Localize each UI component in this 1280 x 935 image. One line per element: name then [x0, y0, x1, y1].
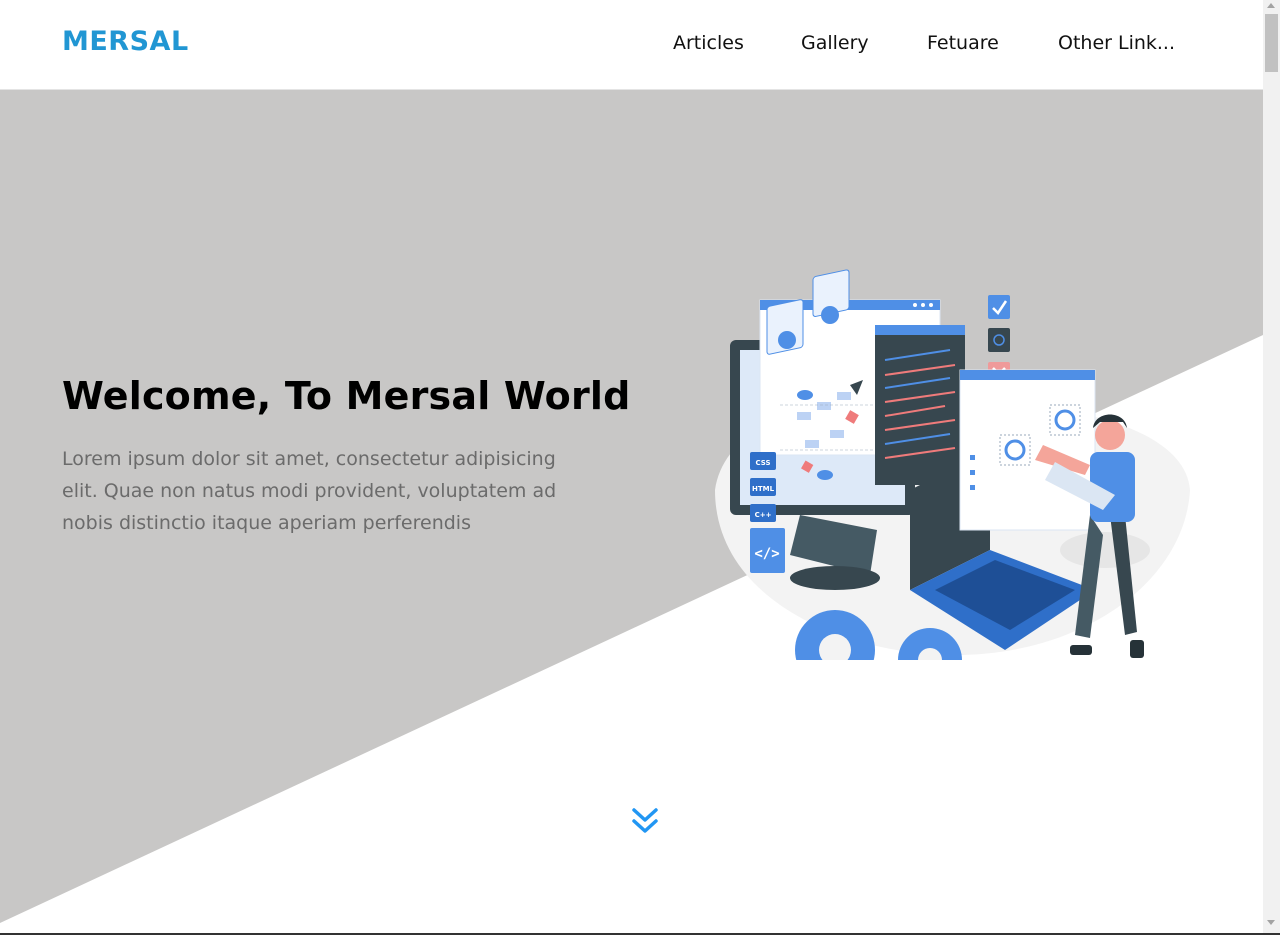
nav-link-gallery[interactable]: Gallery [801, 32, 869, 54]
hero-section: Welcome, To Mersal World Lorem ipsum dol… [0, 90, 1263, 933]
settings-window [959, 369, 1096, 531]
hero-title: Welcome, To Mersal World [62, 374, 631, 418]
code-window [875, 325, 965, 485]
svg-text:</>: </> [754, 546, 779, 562]
scroll-up-arrow-icon[interactable] [1267, 3, 1275, 8]
nav-link-articles[interactable]: Articles [673, 32, 744, 54]
site-header: MERSAL Articles Gallery Fetuare Other Li… [0, 0, 1263, 90]
svg-text:C++: C++ [755, 511, 772, 519]
nav-link-other[interactable]: Other Link... [1058, 32, 1175, 54]
svg-text:CSS: CSS [755, 459, 770, 467]
hero-description: Lorem ipsum dolor sit amet, consectetur … [62, 448, 557, 534]
scroll-down-arrow-icon[interactable] [1267, 920, 1275, 925]
developer-illustration: CSS HTML C++ </> [715, 269, 1190, 660]
svg-text:HTML: HTML [752, 485, 775, 493]
scroll-down-button[interactable] [631, 806, 659, 840]
scrollbar-thumb[interactable] [1265, 14, 1278, 72]
main-nav: Articles Gallery Fetuare Other Link... [0, 32, 1263, 62]
vertical-scrollbar[interactable] [1263, 0, 1280, 935]
double-chevron-down-icon [632, 808, 658, 833]
nav-link-feature[interactable]: Fetuare [927, 32, 999, 54]
